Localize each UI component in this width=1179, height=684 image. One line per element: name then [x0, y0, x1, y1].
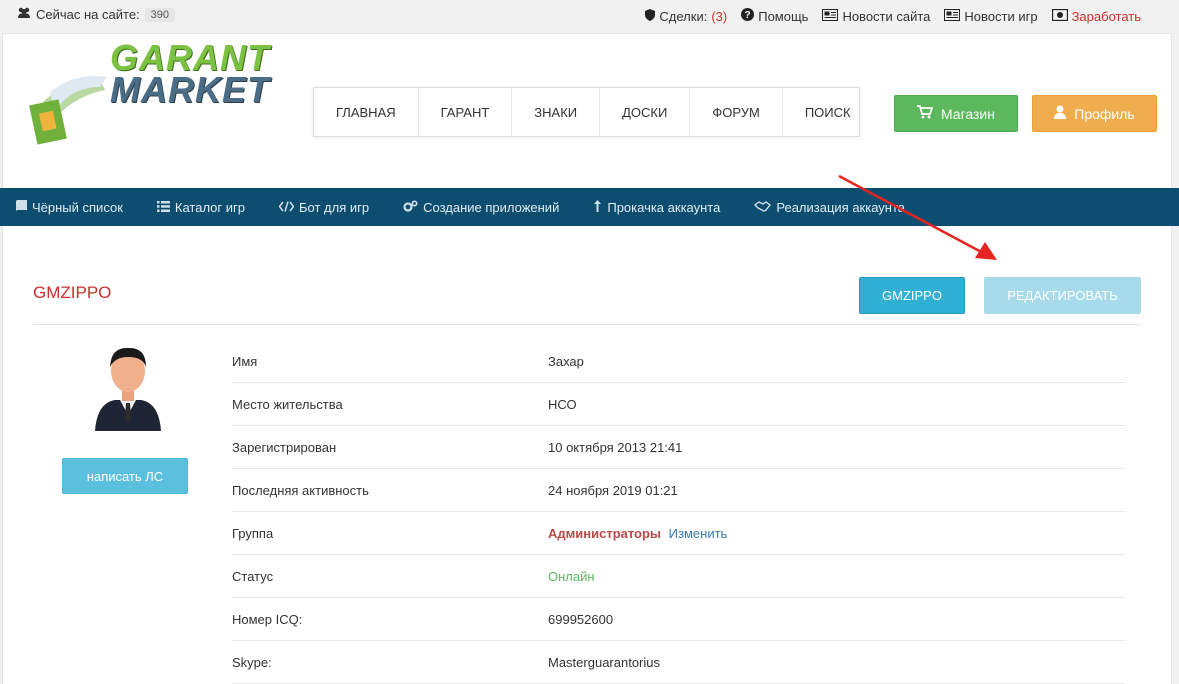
game-news-label: Новости игр: [964, 8, 1038, 24]
cart-icon: [916, 105, 934, 122]
help-link[interactable]: ? Помощь: [741, 8, 808, 24]
site-news-link[interactable]: Новости сайта: [822, 8, 930, 24]
edit-button[interactable]: РЕДАКТИРОВАТЬ: [984, 277, 1141, 314]
subnav-game-catalog-label: Каталог игр: [174, 199, 245, 215]
subnav-blacklist[interactable]: Чёрный список: [16, 199, 123, 215]
logo-line2: MARKET: [110, 69, 270, 110]
deals-link[interactable]: Сделки: (3): [645, 8, 727, 24]
group-label: Группа: [232, 525, 274, 541]
site-news-label: Новости сайта: [842, 8, 931, 24]
table-row: Место жительства НСО: [232, 383, 1125, 426]
name-value: Захар: [548, 353, 584, 369]
table-row: Номер ICQ: 699952600: [232, 598, 1125, 641]
registered-label: Зарегистрирован: [232, 439, 337, 455]
icq-label: Номер ICQ:: [232, 611, 303, 627]
nav-forum[interactable]: ФОРУМ: [690, 88, 783, 136]
skype-value: Masterguarantorius: [548, 654, 660, 670]
deals-count: (3): [711, 8, 728, 24]
profile-label: Профиль: [1074, 105, 1135, 122]
table-row: Skype: Masterguarantorius: [232, 641, 1125, 684]
avatar: [95, 347, 161, 431]
svg-text:?: ?: [745, 10, 751, 21]
nav-badges[interactable]: ЗНАКИ: [512, 88, 601, 136]
location-label: Место жительства: [232, 396, 343, 412]
annotation-arrow-icon: [838, 174, 997, 260]
table-row: Статус Онлайн: [232, 555, 1125, 598]
page-title: GMZIPPO: [33, 283, 112, 302]
table-row: Зарегистрирован 10 октября 2013 21:41: [232, 426, 1125, 469]
logo-text: GARANT MARKET: [110, 40, 270, 110]
shop-label: Магазин: [940, 105, 995, 122]
top-links: Сделки: (3) ? Помощь Новости сайта Новос…: [645, 8, 1141, 24]
handshake-icon: [754, 200, 772, 215]
code-icon: [278, 200, 295, 215]
online-counter: Сейчас на сайте: 390: [17, 7, 176, 22]
gears-icon: [403, 199, 418, 215]
username-button[interactable]: GMZIPPO: [859, 277, 965, 314]
skype-label: Skype:: [232, 654, 272, 670]
help-label: Помощь: [758, 8, 809, 24]
deals-label: Сделки:: [659, 8, 708, 24]
divider: [33, 324, 1141, 325]
icq-value: 699952600: [548, 611, 614, 627]
table-row: Последняя активность 24 ноября 2019 01:2…: [232, 469, 1125, 512]
registered-value: 10 октября 2013 21:41: [548, 439, 683, 455]
arrow-up-icon: [593, 199, 602, 215]
status-value: Онлайн: [548, 568, 595, 584]
list-icon: [156, 200, 170, 215]
subnav-game-catalog[interactable]: Каталог игр: [156, 199, 245, 215]
logo-emblem-icon: [29, 76, 107, 145]
earn-link[interactable]: Заработать: [1051, 8, 1141, 24]
change-group-link[interactable]: Изменить: [669, 526, 728, 541]
nav-boards[interactable]: ДОСКИ: [600, 88, 691, 136]
subnav-game-bot-label: Бот для игр: [299, 199, 370, 215]
shield-icon: [645, 8, 656, 24]
last-active-value: 24 ноября 2019 01:21: [548, 482, 678, 498]
subnav-account-boost-label: Прокачка аккаунта: [607, 199, 721, 215]
game-news-link[interactable]: Новости игр: [944, 8, 1038, 24]
top-bar: Сейчас на сайте: 390 Сделки: (3) ? Помощ…: [0, 0, 1179, 33]
money-icon: [1051, 8, 1068, 24]
newspaper-icon: [822, 8, 839, 24]
location-value: НСО: [548, 396, 577, 412]
online-label: Сейчас на сайте:: [36, 7, 140, 22]
table-row: Имя Захар: [232, 340, 1125, 383]
online-count-badge: 390: [144, 7, 176, 22]
main-nav: ГЛАВНАЯ ГАРАНТ ЗНАКИ ДОСКИ ФОРУМ ПОИСК: [313, 87, 860, 137]
earn-label: Заработать: [1071, 8, 1141, 24]
subnav-app-creation-label: Создание приложений: [423, 199, 560, 215]
user-icon: [1054, 105, 1067, 122]
nav-home[interactable]: ГЛАВНАЯ: [314, 88, 419, 136]
shop-button[interactable]: Магазин: [894, 95, 1018, 132]
subnav-app-creation[interactable]: Создание приложений: [403, 200, 559, 215]
profile-button[interactable]: Профиль: [1032, 95, 1157, 132]
question-icon: ?: [741, 8, 755, 24]
subnav-game-bot[interactable]: Бот для игр: [278, 199, 370, 215]
group-value: Администраторы: [548, 525, 662, 541]
site-logo[interactable]: GARANT MARKET: [25, 40, 269, 152]
group-value-wrap: Администраторы Изменить: [548, 526, 727, 541]
nav-search[interactable]: ПОИСК: [783, 88, 873, 136]
users-icon: [17, 7, 31, 22]
send-pm-button[interactable]: написать ЛС: [62, 458, 188, 494]
newspaper-icon: [944, 8, 961, 24]
subnav-account-boost[interactable]: Прокачка аккаунта: [593, 199, 721, 215]
last-active-label: Последняя активность: [232, 482, 369, 498]
subnav-blacklist-label: Чёрный список: [32, 199, 123, 215]
status-label: Статус: [232, 568, 274, 584]
table-row: Группа Администраторы Изменить: [232, 512, 1125, 555]
nav-garant[interactable]: ГАРАНТ: [419, 88, 513, 136]
book-icon: [16, 199, 27, 215]
profile-info-table: Имя Захар Место жительства НСО Зарегистр…: [232, 340, 1125, 684]
name-label: Имя: [232, 353, 258, 369]
